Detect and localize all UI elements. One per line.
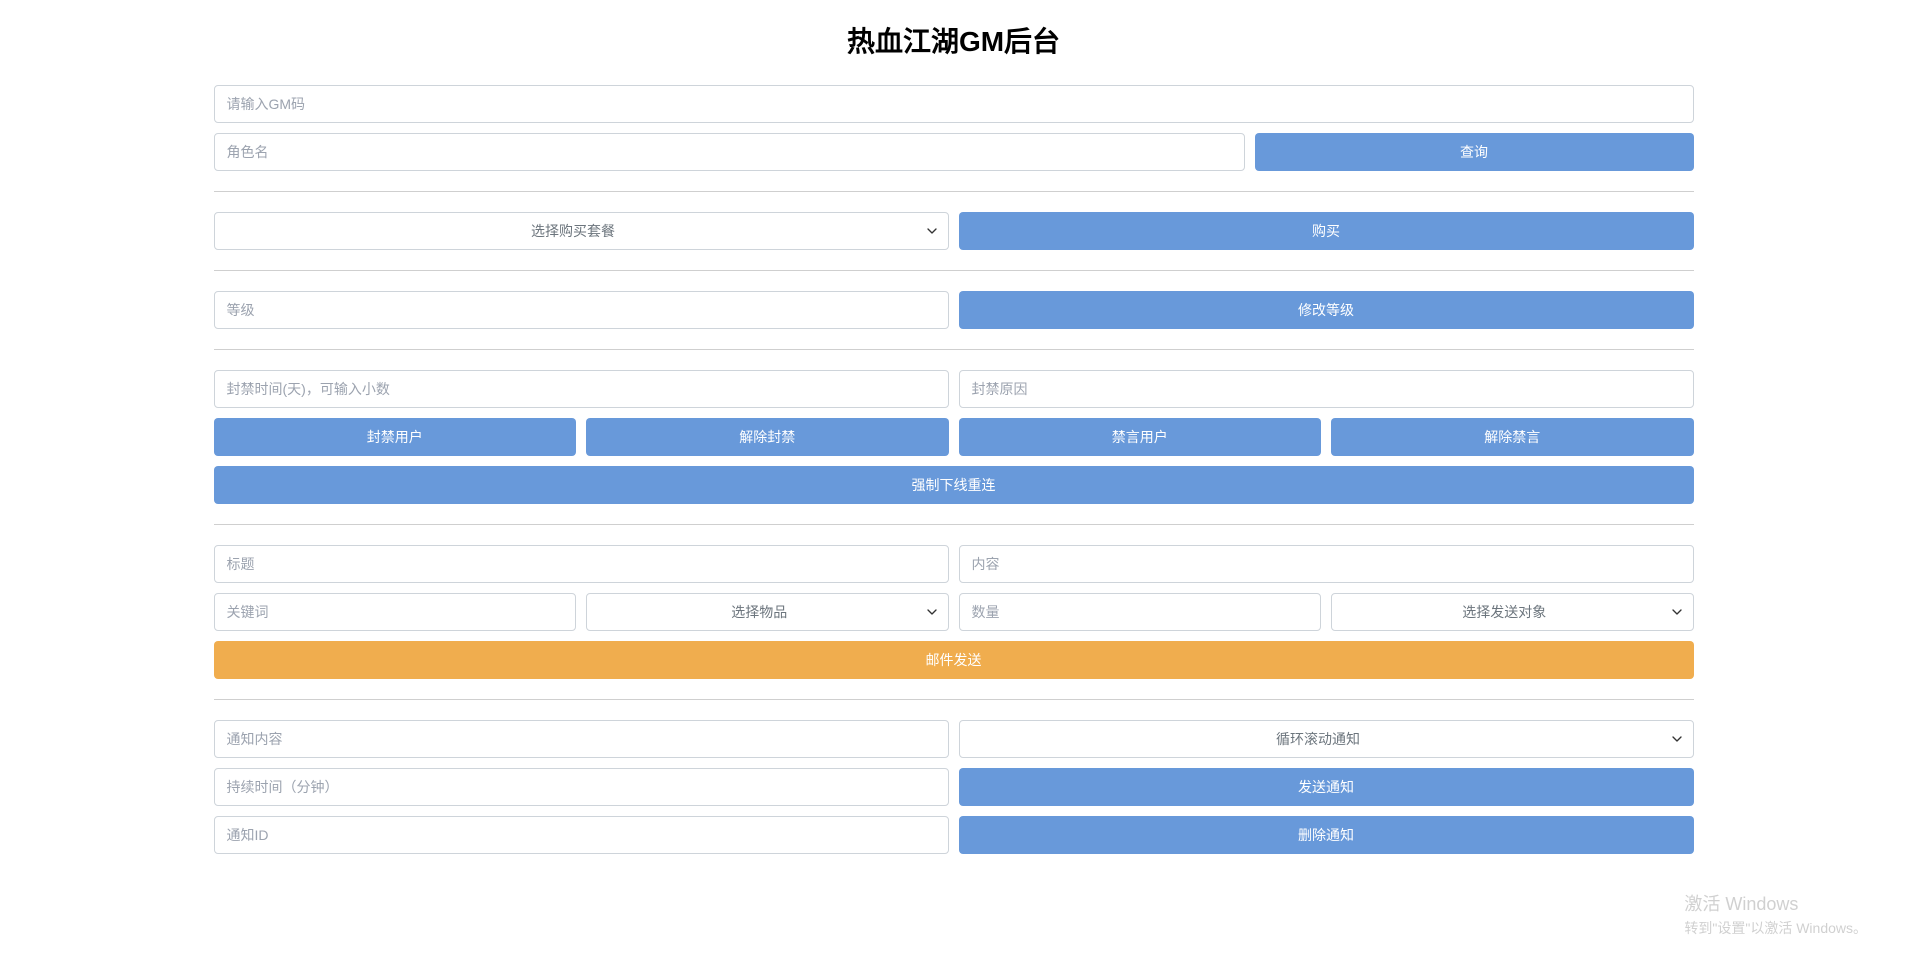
windows-activation-watermark: 激活 Windows 转到"设置"以激活 Windows。 (1684, 890, 1867, 938)
mail-title-input[interactable] (214, 545, 949, 583)
ban-time-input[interactable] (214, 370, 949, 408)
level-input[interactable] (214, 291, 949, 329)
page-title: 热血江湖GM后台 (214, 20, 1694, 60)
divider (214, 270, 1694, 271)
mail-item-select[interactable]: 选择物品 (586, 593, 949, 631)
mail-content-input[interactable] (959, 545, 1694, 583)
unmute-button[interactable]: 解除禁言 (1331, 418, 1694, 456)
mail-quantity-input[interactable] (959, 593, 1322, 631)
mail-send-button[interactable]: 邮件发送 (214, 641, 1694, 679)
divider (214, 349, 1694, 350)
notice-send-button[interactable]: 发送通知 (959, 768, 1694, 806)
query-button[interactable]: 查询 (1255, 133, 1694, 171)
divider (214, 524, 1694, 525)
notice-id-input[interactable] (214, 816, 949, 854)
purchase-package-select[interactable]: 选择购买套餐 (214, 212, 949, 250)
force-offline-button[interactable]: 强制下线重连 (214, 466, 1694, 504)
mail-target-select[interactable]: 选择发送对象 (1331, 593, 1694, 631)
watermark-title: 激活 Windows (1684, 890, 1867, 916)
mail-keyword-input[interactable] (214, 593, 577, 631)
ban-reason-input[interactable] (959, 370, 1694, 408)
mute-user-button[interactable]: 禁言用户 (959, 418, 1322, 456)
divider (214, 699, 1694, 700)
unban-button[interactable]: 解除封禁 (586, 418, 949, 456)
notice-duration-input[interactable] (214, 768, 949, 806)
notice-delete-button[interactable]: 删除通知 (959, 816, 1694, 854)
watermark-subtitle: 转到"设置"以激活 Windows。 (1684, 918, 1867, 938)
divider (214, 191, 1694, 192)
notice-type-select[interactable]: 循环滚动通知 (959, 720, 1694, 758)
notice-content-input[interactable] (214, 720, 949, 758)
role-name-input[interactable] (214, 133, 1245, 171)
modify-level-button[interactable]: 修改等级 (959, 291, 1694, 329)
gm-code-input[interactable] (214, 85, 1694, 123)
purchase-button[interactable]: 购买 (959, 212, 1694, 250)
ban-user-button[interactable]: 封禁用户 (214, 418, 577, 456)
